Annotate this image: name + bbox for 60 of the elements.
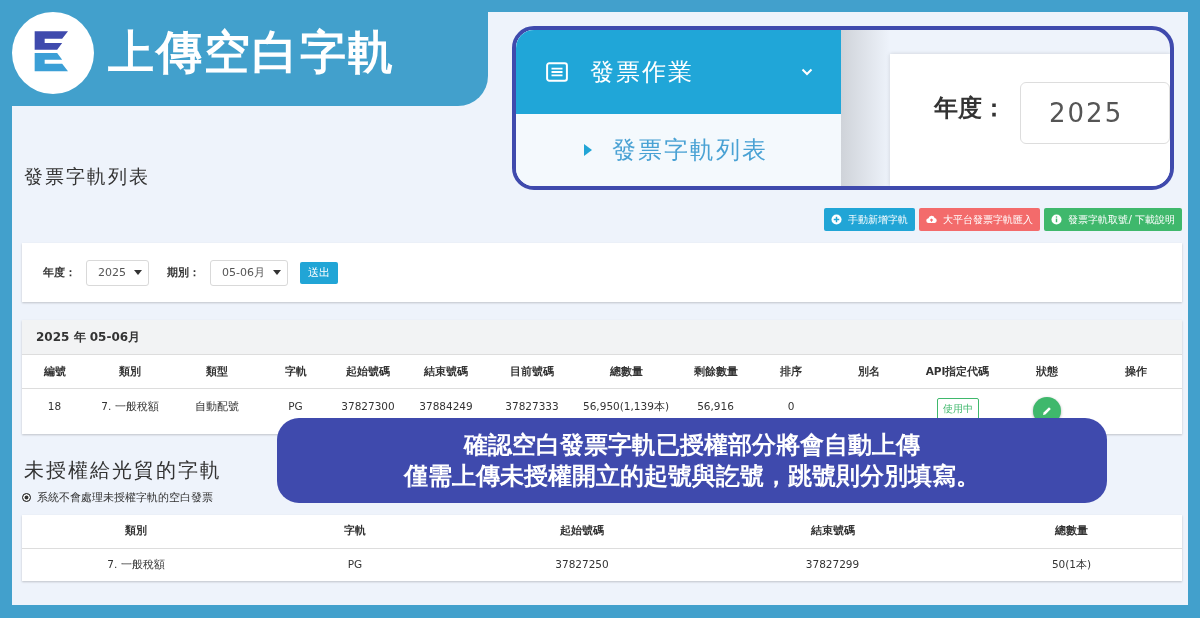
year-label: 年度：: [934, 93, 1006, 124]
submit-button[interactable]: 送出: [299, 261, 338, 284]
column-header: 類別: [22, 514, 250, 548]
table-cell: 7. 一般稅額: [107, 557, 165, 570]
banner-text: 僅需上傳未授權開立的起號與訖號，跳號則分別填寫。: [404, 460, 980, 492]
column-header: 總數量: [961, 514, 1182, 548]
table-cell: 37827300: [341, 400, 395, 412]
cloud-upload-icon: [926, 214, 938, 225]
radio-button[interactable]: [22, 493, 31, 502]
plus-circle-icon: [831, 214, 843, 225]
period-label: 期別：: [167, 265, 200, 280]
menu-item[interactable]: 發票作業: [516, 30, 842, 114]
submenu-item[interactable]: 發票字軌列表: [516, 114, 842, 186]
column-header: 類型: [173, 355, 260, 389]
info-icon: [1051, 214, 1063, 225]
column-header: 目前號碼: [487, 355, 577, 389]
table-cell: PG: [288, 400, 303, 412]
year-select[interactable]: 2025: [86, 259, 149, 286]
column-header: 狀態: [1003, 355, 1090, 389]
column-header: API指定代碼: [912, 355, 1003, 389]
column-header: 總數量: [577, 355, 675, 389]
column-header: 操作: [1090, 355, 1182, 389]
table-cell: 56,916: [697, 400, 734, 412]
table-cell: PG: [347, 557, 363, 570]
column-header: 別名: [826, 355, 912, 389]
table-caption: 2025 年 05-06月: [22, 320, 1182, 355]
table-cell: 7. 一般稅額: [101, 400, 159, 412]
column-header: 字軌: [260, 355, 331, 389]
action-button[interactable]: 手動新增字軌: [824, 208, 916, 231]
column-header: 字軌: [250, 514, 460, 548]
column-header: 剩餘數量: [675, 355, 756, 389]
action-button[interactable]: 發票字軌取號/ 下載說明: [1044, 208, 1182, 231]
action-button[interactable]: 大平台發票字軌匯入: [919, 208, 1041, 231]
column-header: 結束號碼: [405, 355, 487, 389]
table-cell: 18: [47, 400, 62, 412]
year-select[interactable]: 2025: [1020, 82, 1170, 144]
triangle-right-icon: [584, 144, 592, 156]
table-cell: 0: [787, 400, 795, 412]
chevron-down-icon: [801, 68, 814, 76]
table-cell: 50(1本): [1051, 557, 1092, 570]
column-header: 結束號碼: [704, 514, 961, 548]
table-cell: 37827250: [555, 557, 609, 570]
table-cell: 37884249: [419, 400, 473, 412]
page-heading: 發票字軌列表: [23, 164, 151, 189]
column-header: 起始號碼: [331, 355, 405, 389]
column-header: 排序: [756, 355, 826, 389]
column-header: 起始號碼: [460, 514, 704, 548]
year-label: 年度：: [43, 265, 76, 280]
table-cell: 56,950(1,139本): [583, 400, 669, 412]
banner-text: 確認空白發票字軌已授權部分將會自動上傳: [464, 429, 920, 461]
page-title: 上傳空白字軌: [108, 24, 396, 81]
column-header: 類別: [87, 355, 173, 389]
period-select[interactable]: 05-06月: [210, 259, 288, 286]
table-cell: 37827333: [505, 400, 559, 412]
column-header: 編號: [22, 355, 87, 389]
list-icon: [546, 62, 568, 82]
section-heading: 未授權給光貿的字軌: [23, 456, 222, 484]
table-cell: 37827299: [805, 557, 860, 570]
radio-label: 系統不會處理未授權字軌的空白發票: [37, 490, 213, 505]
table-cell: 自動配號: [194, 400, 239, 412]
